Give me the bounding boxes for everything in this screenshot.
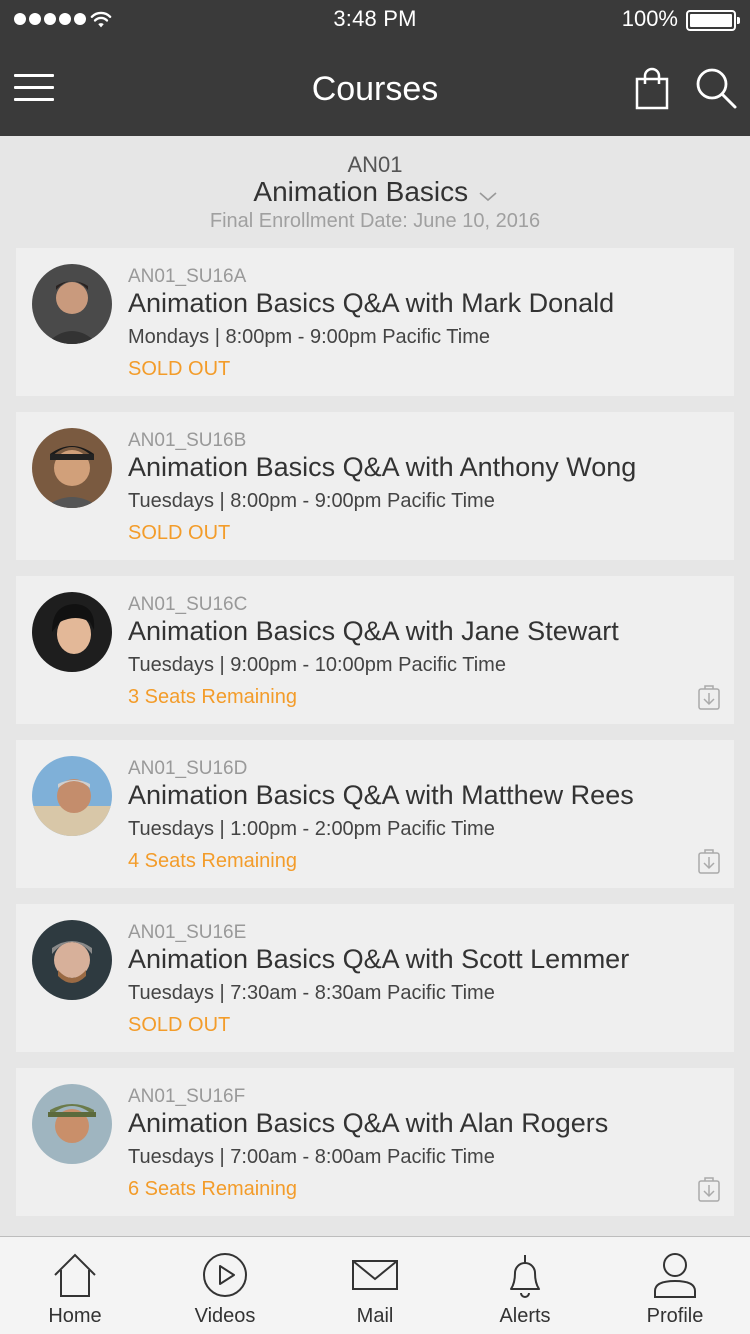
section-status: 6 Seats Remaining	[128, 1178, 297, 1200]
section-status: 3 Seats Remaining	[128, 686, 297, 708]
section-schedule: Tuesdays | 7:30am - 8:30am Pacific Time	[128, 982, 495, 1004]
instructor-avatar	[32, 592, 112, 672]
course-code: AN01	[347, 152, 403, 177]
section-status: SOLD OUT	[128, 1014, 231, 1036]
status-bar: 3:48 PM 100%	[0, 0, 750, 40]
nav-bar: Courses	[0, 40, 750, 136]
tab-profile[interactable]: Profile	[600, 1237, 750, 1334]
section-code: AN01_SU16F	[128, 1086, 246, 1107]
tab-label: Alerts	[499, 1305, 551, 1327]
tab-mail[interactable]: Mail	[300, 1237, 450, 1334]
section-code: AN01_SU16E	[128, 922, 247, 943]
instructor-avatar	[32, 1084, 112, 1164]
section-code: AN01_SU16B	[128, 430, 247, 451]
section-schedule: Tuesdays | 1:00pm - 2:00pm Pacific Time	[128, 818, 495, 840]
tab-videos[interactable]: Videos	[150, 1237, 300, 1334]
chevron-down-icon	[479, 192, 497, 201]
play-circle-icon	[203, 1253, 247, 1297]
instructor-avatar	[32, 756, 112, 836]
tab-label: Mail	[356, 1305, 394, 1327]
section-code: AN01_SU16A	[128, 266, 247, 287]
section-card[interactable]: AN01_SU16B Animation Basics Q&A with Ant…	[16, 412, 734, 560]
instructor-avatar	[32, 264, 112, 344]
section-card[interactable]: AN01_SU16D Animation Basics Q&A with Mat…	[16, 740, 734, 888]
section-card[interactable]: AN01_SU16E Animation Basics Q&A with Sco…	[16, 904, 734, 1052]
download-icon[interactable]	[698, 1176, 720, 1202]
tab-label: Profile	[646, 1305, 704, 1327]
section-title: Animation Basics Q&A with Matthew Rees	[128, 780, 634, 810]
instructor-avatar	[32, 428, 112, 508]
tab-alerts[interactable]: Alerts	[450, 1237, 600, 1334]
shopping-bag-icon[interactable]	[634, 66, 670, 110]
tab-home[interactable]: Home	[0, 1237, 150, 1334]
top-bar: 3:48 PM 100% Courses	[0, 0, 750, 136]
person-icon	[654, 1253, 696, 1298]
tab-label: Videos	[194, 1305, 256, 1327]
section-schedule: Tuesdays | 8:00pm - 9:00pm Pacific Time	[128, 490, 495, 512]
bell-icon	[510, 1255, 540, 1298]
tab-label: Home	[48, 1305, 102, 1327]
section-schedule: Tuesdays | 9:00pm - 10:00pm Pacific Time	[128, 654, 506, 676]
section-schedule: Tuesdays | 7:00am - 8:00am Pacific Time	[128, 1146, 495, 1168]
tab-bar: Home Videos Mail Alerts Profile	[0, 1236, 750, 1334]
home-icon	[54, 1253, 96, 1297]
hamburger-menu-icon[interactable]	[14, 74, 54, 102]
battery-icon	[686, 10, 740, 31]
section-card[interactable]: AN01_SU16F Animation Basics Q&A with Ala…	[16, 1068, 734, 1216]
search-icon[interactable]	[694, 66, 738, 110]
download-icon[interactable]	[698, 684, 720, 710]
section-code: AN01_SU16C	[128, 594, 248, 615]
section-card[interactable]: AN01_SU16C Animation Basics Q&A with Jan…	[16, 576, 734, 724]
course-name: Animation Basics	[253, 176, 469, 207]
section-list: AN01_SU16A Animation Basics Q&A with Mar…	[16, 248, 734, 1232]
section-title: Animation Basics Q&A with Scott Lemmer	[128, 944, 630, 974]
envelope-icon	[352, 1260, 398, 1290]
course-selector[interactable]: Animation Basics	[0, 176, 750, 208]
section-title: Animation Basics Q&A with Jane Stewart	[128, 616, 619, 646]
section-schedule: Mondays | 8:00pm - 9:00pm Pacific Time	[128, 326, 491, 348]
section-title: Animation Basics Q&A with Mark Donald	[128, 288, 615, 318]
battery-percentage: 100%	[621, 6, 678, 31]
enrollment-date: Final Enrollment Date: June 10, 2016	[209, 210, 541, 232]
section-card[interactable]: AN01_SU16A Animation Basics Q&A with Mar…	[16, 248, 734, 396]
section-code: AN01_SU16D	[128, 758, 248, 779]
section-status: SOLD OUT	[128, 358, 231, 380]
section-title: Animation Basics Q&A with Anthony Wong	[128, 452, 637, 482]
download-icon[interactable]	[698, 848, 720, 874]
section-status: 4 Seats Remaining	[128, 850, 297, 872]
course-header: AN01 Animation Basics Final Enrollment D…	[0, 136, 750, 246]
instructor-avatar	[32, 920, 112, 1000]
section-status: SOLD OUT	[128, 522, 231, 544]
section-title: Animation Basics Q&A with Alan Rogers	[128, 1108, 609, 1138]
